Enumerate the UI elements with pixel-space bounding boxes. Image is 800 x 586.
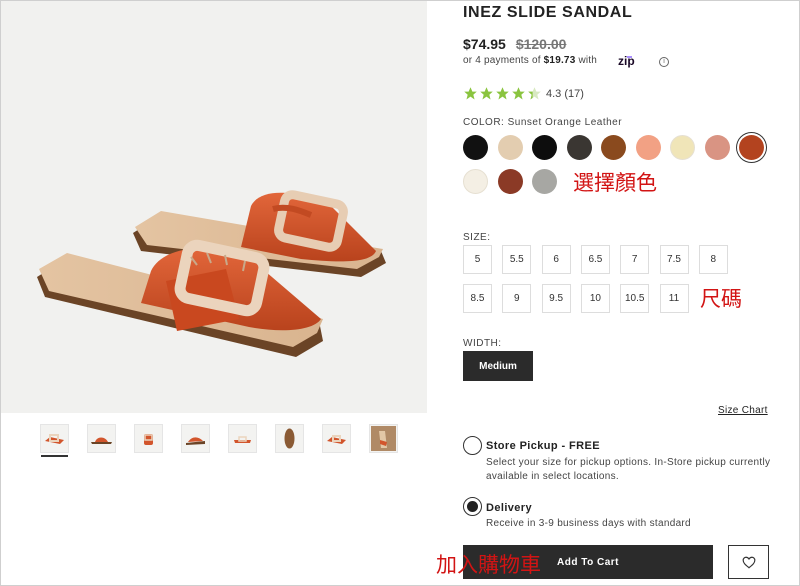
thumbnail-3[interactable] <box>134 424 163 453</box>
star-icon <box>512 87 525 100</box>
rating-stars[interactable] <box>463 86 542 101</box>
size-option[interactable]: 9 <box>502 284 532 313</box>
delivery-title: Delivery <box>486 502 533 514</box>
star-icon <box>480 87 493 100</box>
size-option[interactable]: 7 <box>620 245 650 274</box>
color-swatch[interactable] <box>635 135 661 160</box>
thumbnail-4[interactable] <box>181 424 210 453</box>
price-block: $74.95 $120.00 <box>463 36 566 52</box>
installments-suffix: with <box>578 55 598 66</box>
size-option[interactable]: 8 <box>698 245 728 274</box>
installments-text: or 4 payments of $19.73 with <box>463 55 597 66</box>
size-option[interactable]: 5 <box>463 245 492 274</box>
size-option[interactable]: 7.5 <box>659 245 689 274</box>
store-pickup-desc: Select your size for pickup options. In-… <box>486 457 771 482</box>
rating-text[interactable]: 4.3 (17) <box>546 88 584 100</box>
zip-logo-text: zip <box>618 54 635 68</box>
star-icon <box>496 87 509 100</box>
choose-color-annotation: 選擇顏色 <box>573 171 657 195</box>
size-option[interactable]: 9.5 <box>541 284 571 313</box>
size-option[interactable]: 6 <box>541 245 571 274</box>
product-title: INEZ SLIDE SANDAL <box>463 4 633 21</box>
size-chart-link[interactable]: Size Chart <box>718 405 768 416</box>
info-icon[interactable]: i <box>659 57 669 67</box>
color-swatch[interactable] <box>739 135 764 160</box>
thumbnail-5[interactable] <box>228 424 257 453</box>
sale-price: $74.95 <box>463 36 506 52</box>
delivery-desc: Receive in 3-9 business days with standa… <box>486 518 691 529</box>
color-label: COLOR: Sunset Orange Leather <box>463 117 623 128</box>
size-annotation: 尺碼 <box>700 287 742 311</box>
color-swatch[interactable] <box>532 169 557 194</box>
thumbnail-6[interactable] <box>275 424 304 453</box>
thumbnail-8[interactable] <box>369 424 398 453</box>
color-swatch[interactable] <box>463 135 488 160</box>
size-option[interactable]: 11 <box>659 284 689 313</box>
installments-prefix: or 4 payments of <box>463 55 541 66</box>
product-main-image[interactable] <box>1 1 427 413</box>
thumbnail-1[interactable] <box>40 424 69 457</box>
color-swatch[interactable] <box>601 135 626 160</box>
add-to-cart-annotation: 加入購物車 <box>436 553 541 577</box>
star-icon <box>464 87 477 100</box>
size-label: SIZE: <box>463 232 491 243</box>
installment-amount: $19.73 <box>543 55 576 66</box>
thumbnail-strip <box>40 424 398 458</box>
size-option[interactable]: 5.5 <box>502 245 532 274</box>
store-pickup-title: Store Pickup - FREE <box>486 440 600 452</box>
size-option[interactable]: 10 <box>580 284 610 313</box>
color-swatch[interactable] <box>670 135 695 160</box>
size-option[interactable]: 8.5 <box>463 284 492 313</box>
color-swatch[interactable] <box>497 169 523 194</box>
thumbnail-2[interactable] <box>87 424 116 453</box>
color-swatch[interactable] <box>532 135 557 160</box>
size-option[interactable]: 10.5 <box>620 284 650 313</box>
color-swatch[interactable] <box>704 135 730 160</box>
thumbnail-7[interactable] <box>322 424 351 453</box>
original-price: $120.00 <box>515 36 567 52</box>
wishlist-button[interactable] <box>728 545 769 579</box>
width-medium-button[interactable]: Medium <box>463 351 533 381</box>
size-option[interactable]: 6.5 <box>580 245 610 274</box>
heart-icon <box>742 556 755 569</box>
zip-logo[interactable]: zip <box>617 54 655 68</box>
delivery-radio[interactable] <box>463 497 482 516</box>
color-swatch[interactable] <box>566 135 592 160</box>
store-pickup-radio[interactable] <box>463 436 482 455</box>
color-swatch[interactable] <box>463 169 488 194</box>
color-swatch[interactable] <box>497 135 523 160</box>
star-partial-icon <box>528 87 541 100</box>
width-label: WIDTH: <box>463 338 502 349</box>
